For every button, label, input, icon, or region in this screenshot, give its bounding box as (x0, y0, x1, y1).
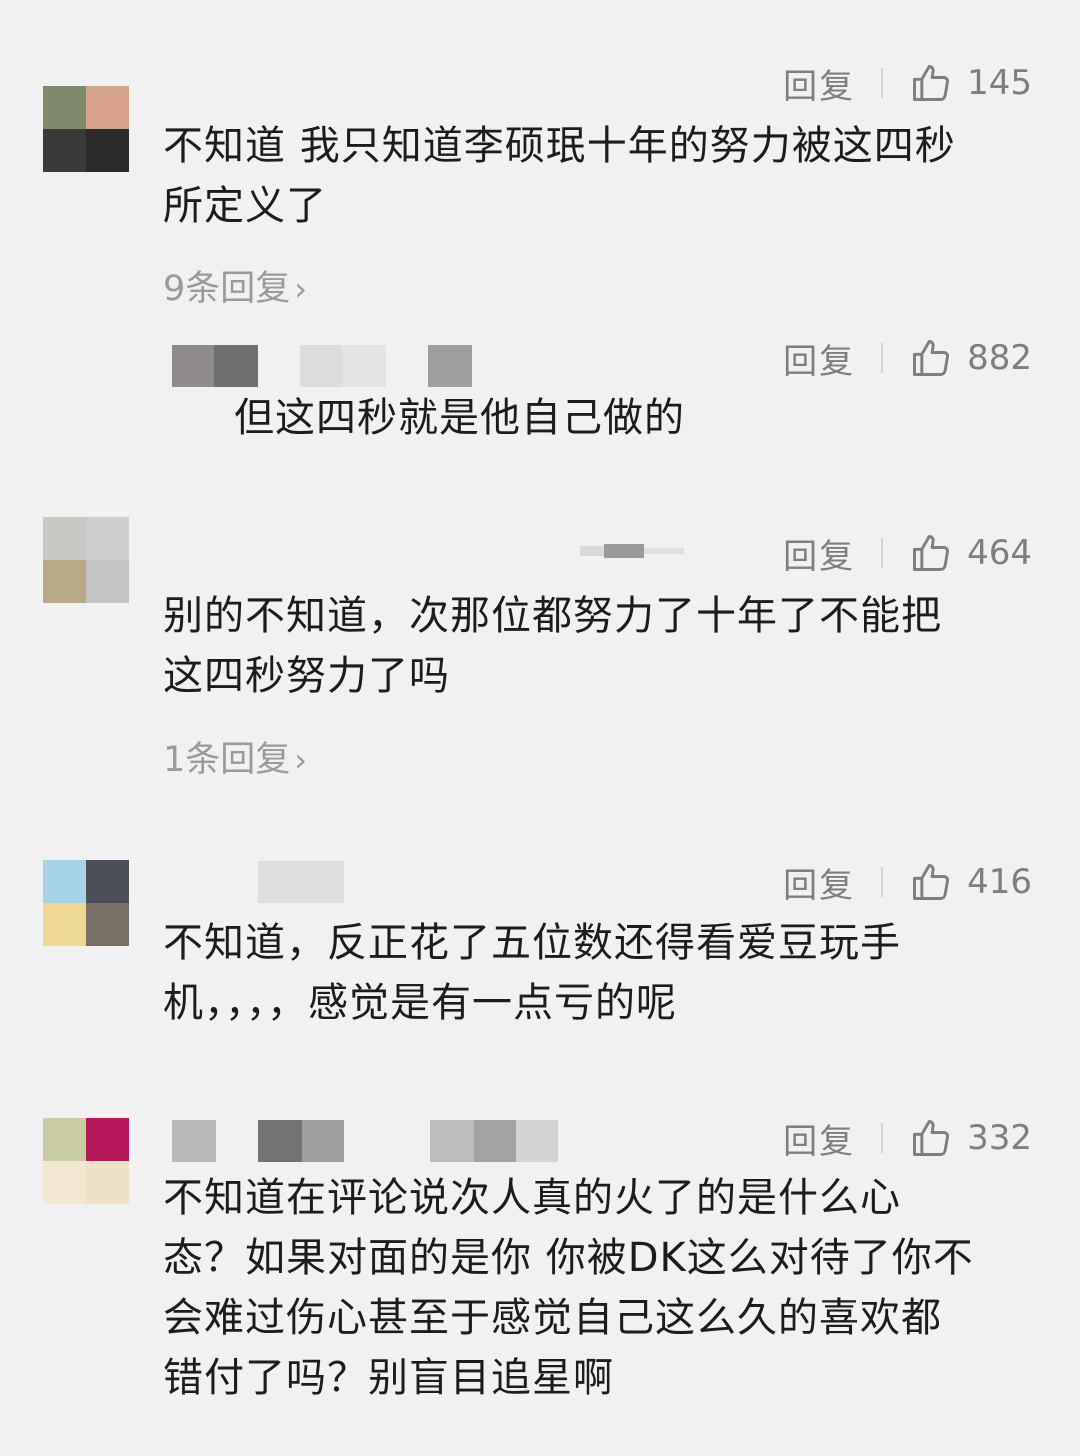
divider (881, 538, 884, 568)
reply-button[interactable]: 回复 (783, 529, 855, 578)
comment-line: 所定义了 (163, 183, 327, 229)
reply-button[interactable]: 回复 (783, 858, 855, 907)
comment-line: 态？如果对面的是你 你被DK这么对待了你不 (163, 1235, 974, 1281)
comment-text: 不知道 我只知道李硕珉十年的努力被这四秒 所定义了 (163, 116, 1043, 236)
thumbs-up-icon (913, 535, 950, 571)
like-button[interactable]: 145 (909, 61, 1032, 105)
reply-button[interactable]: 回复 (783, 1114, 855, 1163)
comment-line: 不知道 我只知道李硕珉十年的努力被这四秒 (163, 123, 956, 169)
comment-text: 但这四秒就是他自己做的 (234, 388, 1034, 448)
username-blurred (580, 530, 684, 572)
divider (881, 343, 884, 373)
comment-line: 别的不知道，次那位都努力了十年了不能把 (163, 593, 942, 639)
avatar[interactable] (43, 86, 129, 172)
divider (881, 68, 884, 98)
comment-actions: 回复 464 (783, 528, 1032, 578)
like-button[interactable]: 464 (909, 531, 1032, 575)
like-button[interactable]: 882 (909, 336, 1032, 380)
like-button[interactable]: 332 (909, 1116, 1032, 1160)
comment-text: 不知道，反正花了五位数还得看爱豆玩手 机，，，，感觉是有一点亏的呢 (163, 913, 1043, 1033)
comment-actions: 回复 416 (783, 857, 1032, 907)
chevron-right-icon: › (294, 270, 308, 308)
view-replies-link[interactable]: 1条回复 › (163, 731, 307, 782)
like-count: 416 (967, 862, 1032, 902)
view-replies-label: 9条回复 (163, 269, 291, 309)
comment-line: 但这四秒就是他自己做的 (234, 395, 685, 441)
comment-line: 错付了吗？别盲目追星啊 (163, 1355, 614, 1401)
reply-button[interactable]: 回复 (783, 59, 855, 108)
comment-line: 这四秒努力了吗 (163, 653, 450, 699)
comment-line: 机，，，，感觉是有一点亏的呢 (163, 980, 677, 1026)
divider (881, 867, 884, 897)
username-blurred (172, 345, 472, 387)
avatar[interactable] (43, 517, 129, 603)
comment-text: 别的不知道，次那位都努力了十年了不能把 这四秒努力了吗 (163, 586, 1043, 706)
view-replies-label: 1条回复 (163, 740, 291, 780)
avatar[interactable] (43, 860, 129, 946)
comment-line: 不知道，反正花了五位数还得看爱豆玩手 (163, 920, 901, 966)
avatar[interactable] (43, 1118, 129, 1204)
thumbs-up-icon (913, 65, 950, 101)
comment-line: 会难过伤心甚至于感觉自己这么久的喜欢都 (163, 1295, 942, 1341)
like-count: 464 (967, 533, 1032, 573)
thumbs-up-icon (913, 864, 950, 900)
like-count: 332 (967, 1118, 1032, 1158)
comment-line: 不知道在评论说次人真的火了的是什么心 (163, 1175, 901, 1221)
chevron-right-icon: › (294, 741, 308, 779)
comment-actions: 回复 882 (783, 333, 1032, 383)
username-blurred (258, 861, 344, 903)
like-button[interactable]: 416 (909, 860, 1032, 904)
thumbs-up-icon (913, 1120, 950, 1156)
divider (881, 1123, 884, 1153)
view-replies-link[interactable]: 9条回复 › (163, 260, 307, 311)
like-count: 882 (967, 338, 1032, 378)
username-blurred (172, 1120, 558, 1162)
comment-text: 不知道在评论说次人真的火了的是什么心 态？如果对面的是你 你被DK这么对待了你不… (163, 1168, 1053, 1408)
thumbs-up-icon (913, 340, 950, 376)
like-count: 145 (967, 63, 1032, 103)
comment-actions: 回复 332 (783, 1113, 1032, 1163)
reply-button[interactable]: 回复 (783, 334, 855, 383)
comment-actions: 回复 145 (783, 58, 1032, 108)
